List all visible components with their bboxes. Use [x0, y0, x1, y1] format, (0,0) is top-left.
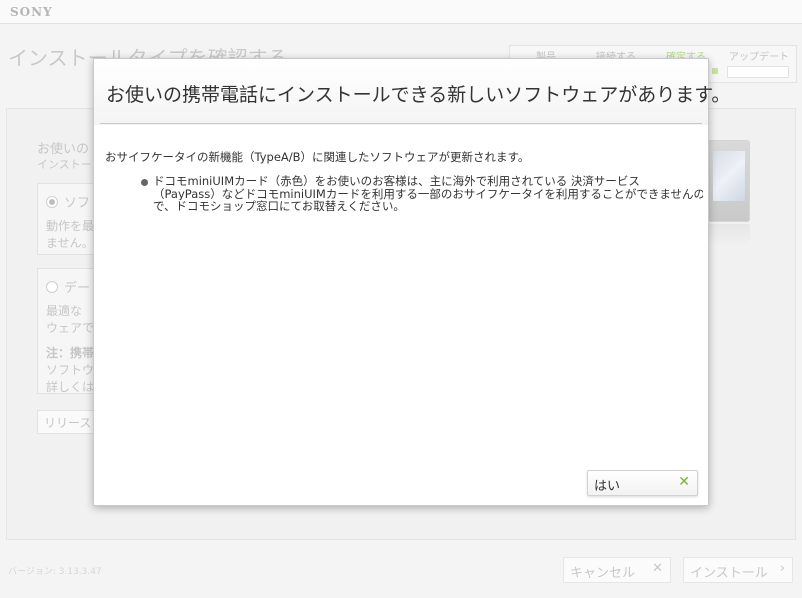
step-progress-bar [727, 66, 789, 78]
top-bar: SONY [0, 0, 802, 24]
panel-heading: お使いの [37, 142, 90, 157]
dialog-header: お使いの携帯電話にインストールできる新しいソフトウェアがあります。 [94, 59, 731, 125]
install-button[interactable]: インストール › [683, 557, 793, 583]
bullet-dot-icon [141, 179, 148, 186]
step-update: アップデート [729, 52, 789, 63]
bullet-line-2: （PayPass）などドコモminiUIMカードを利用する一部のおサイフケータイ… [153, 187, 703, 200]
version-label: バージョン: 3.13.3.47 [8, 567, 102, 577]
dialog-body: おサイフケータイの新機能（TypeA/B）に関連したソフトウェアが更新されます。… [105, 149, 703, 213]
update-dialog: お使いの携帯電話にインストールできる新しいソフトウェアがあります。 おサイフケー… [93, 58, 731, 506]
radio-software[interactable] [46, 196, 58, 208]
sony-logo: SONY [10, 5, 53, 19]
panel-subheading: インストー [37, 158, 92, 171]
close-x-icon: ✕ [678, 474, 690, 490]
current-step-indicator [712, 68, 718, 74]
dialog-intro: おサイフケータイの新機能（TypeA/B）に関連したソフトウェアが更新されます。 [105, 150, 530, 164]
cancel-button-label: キャンセル [570, 566, 636, 581]
yes-button-label: はい [594, 479, 621, 494]
install-button-label: インストール [690, 566, 768, 581]
close-x-icon: ✕ [652, 561, 663, 576]
radio-data[interactable] [46, 281, 58, 293]
dialog-divider [100, 123, 702, 124]
option-data-label: デー [64, 281, 91, 296]
option-software-label: ソフ [64, 196, 91, 211]
bullet-line-1: ドコモminiUIMカード（赤色）をお使いのお客様は、主に海外で利用されている … [153, 175, 640, 188]
phone-image [708, 140, 750, 222]
dialog-title: お使いの携帯電話にインストールできる新しいソフトウェアがあります。 [106, 84, 731, 106]
cancel-button[interactable]: キャンセル ✕ [563, 557, 671, 583]
phone-reflection [708, 224, 750, 246]
yes-button[interactable]: はい ✕ [587, 470, 698, 496]
bullet-line-3: で、ドコモショップ窓口にてお取替えください。 [153, 200, 405, 213]
chevron-right-icon: › [779, 561, 785, 576]
dialog-bullet: ドコモminiUIMカード（赤色）をお使いのお客様は、主に海外で利用されている … [141, 175, 703, 213]
